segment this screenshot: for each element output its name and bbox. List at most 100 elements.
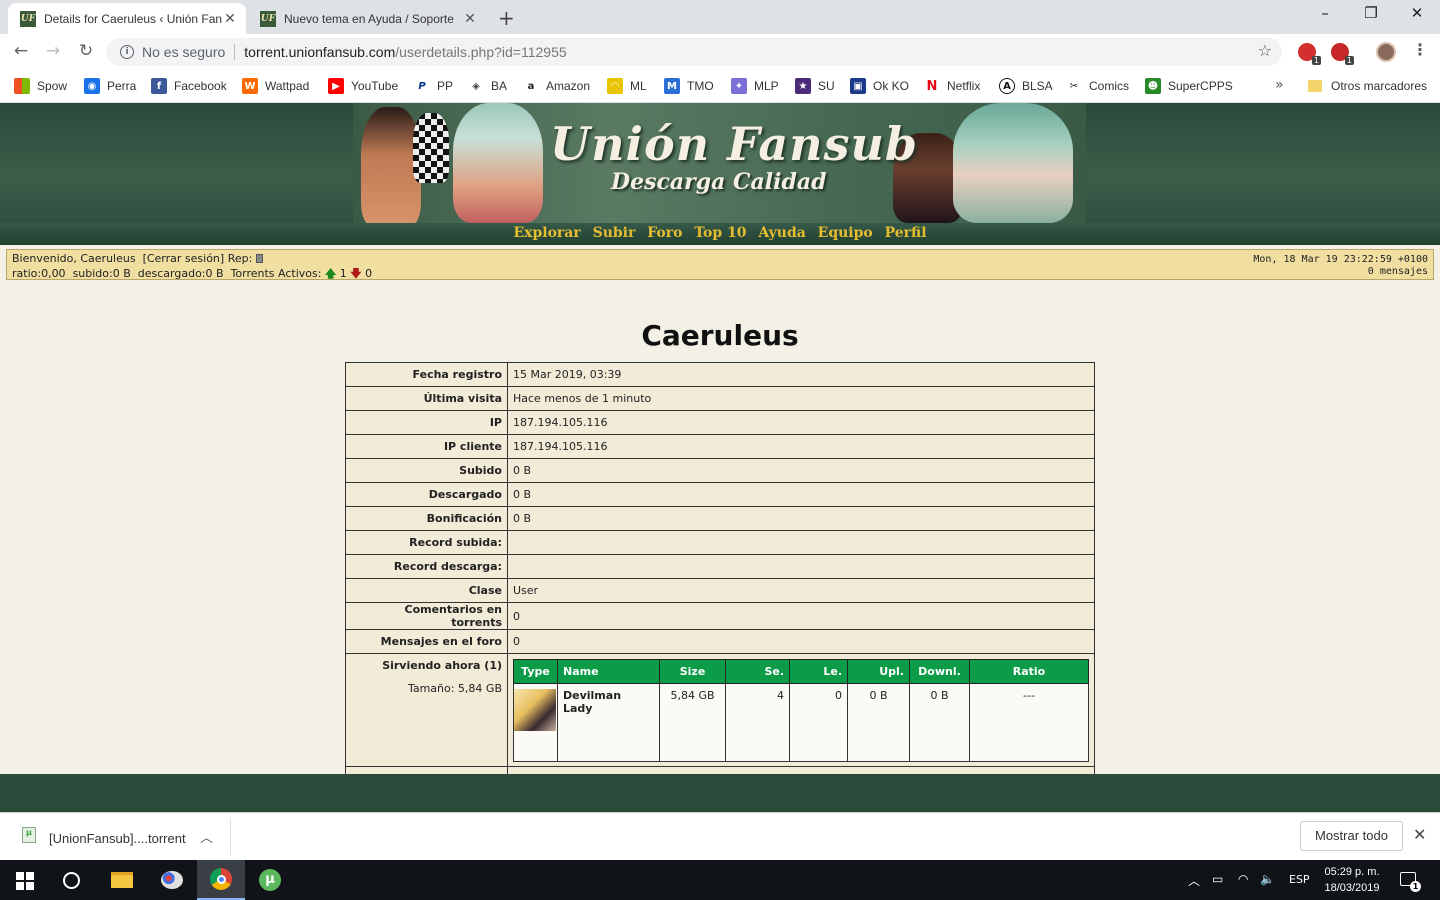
bookmark-mlp[interactable]: ✦ MLP [731, 70, 779, 102]
col-downloaded[interactable]: Downl. [909, 659, 970, 684]
anime-thumbnail[interactable] [514, 689, 556, 731]
wifi-icon[interactable]: ◠ [1238, 872, 1248, 886]
url-text[interactable]: torrent.unionfansub.com/userdetails.php?… [244, 44, 566, 60]
nav-top10[interactable]: Top 10 [694, 223, 746, 244]
bookmark-amazon[interactable]: a Amazon [523, 70, 590, 102]
close-tab-icon[interactable]: ✕ [222, 11, 238, 27]
bookmark-comics[interactable]: ✂ Comics [1066, 70, 1129, 102]
bookmark-spow[interactable]: Spow [14, 70, 67, 102]
windows-start-icon[interactable] [16, 872, 34, 890]
minimize-icon[interactable]: – [1302, 4, 1348, 28]
language-indicator[interactable]: ESP [1289, 873, 1310, 886]
table-row: Última visita Hace menos de 1 minuto [345, 386, 1095, 411]
nav-ayuda[interactable]: Ayuda [758, 223, 805, 244]
col-size[interactable]: Size [659, 659, 726, 684]
banner-character-4 [953, 103, 1073, 223]
bookmark-perra[interactable]: ◉ Perra [84, 70, 136, 102]
volume-icon[interactable]: 🔈 [1260, 872, 1275, 886]
windows-logo-icon [14, 78, 30, 94]
status-line-2: ratio:0,00 subido:0 B descargado:0 B Tor… [12, 265, 372, 284]
col-type[interactable]: Type [513, 659, 558, 684]
bookmark-label: Ok KO [873, 79, 910, 93]
url-path: /userdetails.php?id=112955 [395, 44, 567, 60]
tab-nuevo-tema[interactable]: UF Nuevo tema en Ayuda / Soporte ✕ [248, 3, 486, 34]
active-down-count: 0 [365, 267, 373, 280]
opera-icon[interactable]: 1 [1331, 43, 1354, 65]
nav-subir[interactable]: Subir [593, 223, 636, 244]
clock-time: 05:29 p. m. [1324, 866, 1380, 878]
battery-icon[interactable]: ▭ [1212, 872, 1223, 886]
col-name[interactable]: Name [557, 659, 660, 684]
close-shelf-icon[interactable]: ✕ [1413, 825, 1426, 844]
row-value [507, 554, 1095, 579]
utorrent-app-icon[interactable]: µ [246, 860, 294, 900]
torrent-name-link[interactable]: Devilman Lady [557, 683, 660, 762]
col-leechers[interactable]: Le. [789, 659, 848, 684]
col-seeders[interactable]: Se. [725, 659, 790, 684]
new-tab-plus-icon[interactable]: + [498, 6, 515, 30]
col-uploaded[interactable]: Upl. [847, 659, 910, 684]
security-label[interactable]: No es seguro [142, 44, 225, 60]
bookmark-supercpps[interactable]: ☻ SuperCPPS [1145, 70, 1233, 102]
cortana-search-icon[interactable] [63, 872, 80, 889]
bookmark-label: TMO [687, 79, 714, 93]
nav-equipo[interactable]: Equipo [818, 223, 873, 244]
chevron-up-icon[interactable]: ︿ [200, 827, 213, 846]
tray-chevron-up-icon[interactable]: ︿ [1188, 872, 1200, 889]
bookmark-otros-marcadores[interactable]: Otros marcadores [1308, 70, 1427, 102]
comics-icon: ✂ [1066, 78, 1082, 94]
file-explorer-icon[interactable] [98, 860, 146, 900]
col-ratio[interactable]: Ratio [969, 659, 1089, 684]
messages-link[interactable]: 0 mensajes [1368, 266, 1428, 277]
nav-perfil[interactable]: Perfil [885, 223, 927, 244]
back-arrow-icon[interactable]: ← [10, 41, 32, 63]
browser-toolbar: ← → ↻ i No es seguro torrent.unionfansub… [0, 34, 1440, 70]
action-center-icon[interactable]: 1 [1400, 872, 1421, 892]
maximize-icon[interactable]: ❐ [1348, 4, 1394, 28]
chrome-icon[interactable] [197, 860, 245, 900]
url-host: torrent.unionfansub.com [244, 44, 396, 60]
table-row: Descargado 0 B [345, 482, 1095, 507]
bookmarks-bar: Spow ◉ Perra f Facebook W Wattpad ▶ YouTube … [0, 70, 1440, 103]
seeding-table: Type Name Size Se. Le. Upl. Downl. Ratio [513, 659, 1089, 762]
row-label: Última visita [345, 386, 508, 411]
bookmark-pp[interactable]: P PP [414, 70, 453, 102]
forward-arrow-icon[interactable]: → [42, 41, 64, 63]
paint-app-icon[interactable] [148, 860, 196, 900]
bookmark-tmo[interactable]: M TMO [664, 70, 714, 102]
mlp-icon: ✦ [731, 78, 747, 94]
logout-link[interactable]: [Cerrar sesión] [143, 252, 225, 265]
reload-icon[interactable]: ↻ [75, 41, 97, 63]
bookmark-facebook[interactable]: f Facebook [151, 70, 227, 102]
bookmark-okko[interactable]: ▣ Ok KO [850, 70, 909, 102]
bookmark-star-icon[interactable]: ☆ [1258, 41, 1272, 60]
table-row: IP cliente 187.194.105.116 [345, 434, 1095, 459]
address-bar[interactable]: i No es seguro torrent.unionfansub.com/u… [106, 38, 1282, 66]
bookmark-netflix[interactable]: N Netflix [924, 70, 980, 102]
more-bookmarks-chevron-icon[interactable]: » [1275, 77, 1284, 93]
torrent-uploaded: 0 B [847, 683, 910, 762]
clock[interactable]: 05:29 p. m. 18/03/2019 [1318, 864, 1386, 896]
tab-title: Nuevo tema en Ayuda / Soporte [284, 11, 454, 26]
bookmark-blsa[interactable]: A BLSA [999, 70, 1053, 102]
torrent-size: 5,84 GB [659, 683, 726, 762]
bookmark-wattpad[interactable]: W Wattpad [242, 70, 309, 102]
nav-foro[interactable]: Foro [647, 223, 682, 244]
nav-explorar[interactable]: Explorar [513, 223, 580, 244]
adblock-icon[interactable]: 1 [1298, 43, 1321, 65]
bookmark-su[interactable]: ★ SU [795, 70, 835, 102]
bookmark-youtube[interactable]: ▶ YouTube [328, 70, 398, 102]
profile-avatar[interactable] [1376, 42, 1396, 62]
info-icon[interactable]: i [120, 45, 134, 59]
close-tab-icon[interactable]: ✕ [462, 11, 478, 27]
bookmark-ml[interactable]: ◠ ML [607, 70, 647, 102]
type-cell[interactable] [513, 683, 558, 762]
folder-icon [1308, 80, 1322, 92]
close-window-icon[interactable]: ✕ [1394, 4, 1440, 28]
download-filename[interactable]: [UnionFansub]....torrent [49, 831, 186, 846]
tab-details[interactable]: UF Details for Caeruleus ‹ Unión Fansub … [8, 3, 246, 34]
show-all-button[interactable]: Mostrar todo [1300, 821, 1403, 851]
utorrent-file-icon[interactable]: µ [22, 827, 36, 843]
bookmark-ba[interactable]: ◈ BA [468, 70, 507, 102]
kebab-menu-icon[interactable]: ⋮ [1412, 40, 1428, 59]
